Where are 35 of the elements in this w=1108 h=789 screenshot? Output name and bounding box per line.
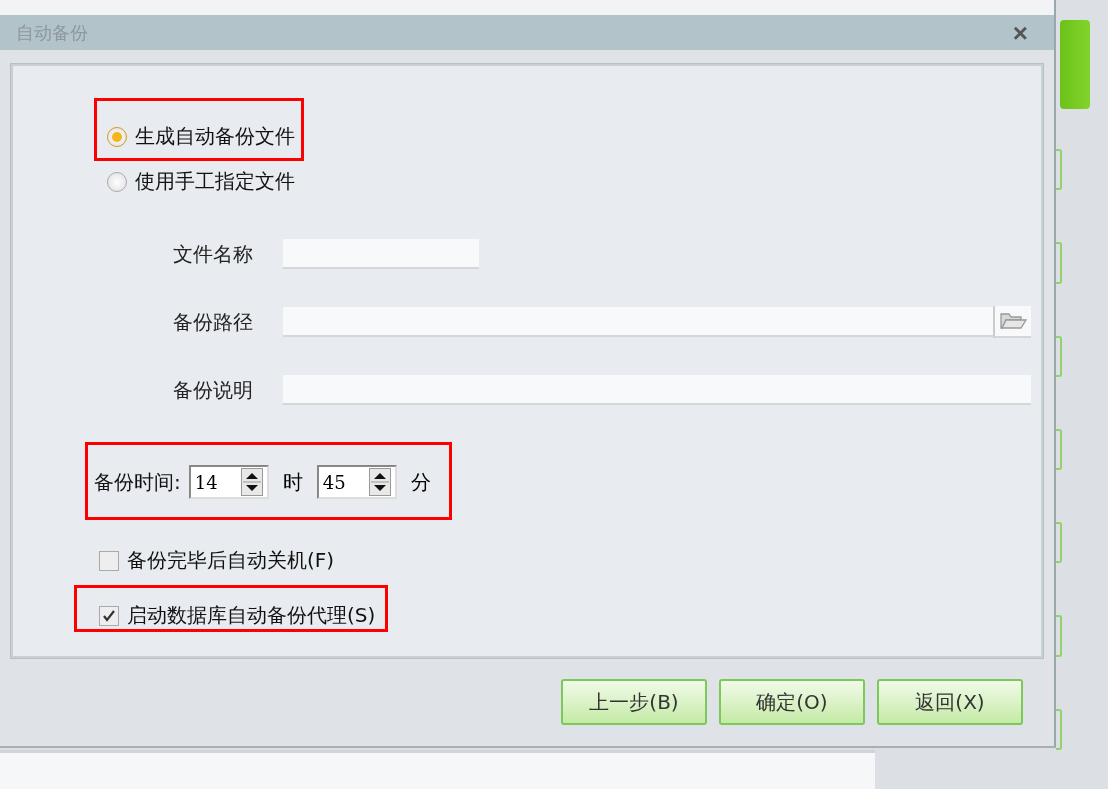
checkbox-option[interactable]: 启动数据库自动备份代理(S) (99, 602, 376, 629)
radio-option[interactable]: 生成自动备份文件 (107, 123, 295, 150)
dialog-button[interactable]: 返回(X) (877, 679, 1023, 725)
tab-edge (1056, 335, 1062, 377)
tab-edge (1056, 522, 1062, 564)
minute-unit: 分 (410, 468, 431, 496)
input-field[interactable] (283, 239, 479, 269)
tab-edge (1056, 615, 1062, 657)
field-label: 备份说明 (173, 376, 254, 404)
folder-icon (998, 311, 1028, 331)
checkbox[interactable] (99, 550, 119, 571)
minute-spinner[interactable]: 45 (316, 465, 397, 499)
checkbox[interactable] (99, 605, 119, 626)
radio-button[interactable] (107, 126, 127, 147)
time-label: 备份时间: (94, 468, 181, 496)
tab-edge (1056, 149, 1062, 191)
tab-edge (1056, 428, 1062, 471)
tab-edge (1056, 708, 1062, 750)
hour-unit: 时 (282, 468, 303, 496)
hour-spinner[interactable]: 14 (188, 465, 269, 499)
input-field[interactable] (283, 307, 993, 337)
input-field[interactable] (283, 375, 1031, 405)
spin-arrows-icon (240, 468, 263, 496)
spin-arrows-icon (368, 468, 391, 496)
side-tab[interactable] (1060, 20, 1090, 110)
radio-option[interactable]: 使用手工指定文件 (107, 168, 295, 195)
close-button[interactable]: × (1008, 19, 1032, 46)
tab-edge (1056, 242, 1062, 284)
field-label: 文件名称 (173, 240, 254, 268)
dialog-button[interactable]: 确定(O) (719, 679, 865, 725)
field-label: 备份路径 (173, 308, 254, 336)
dialog-button[interactable]: 上一步(B) (561, 679, 707, 725)
folder-button[interactable] (993, 306, 1031, 338)
checkbox-option[interactable]: 备份完毕后自动关机(F) (99, 547, 335, 574)
radio-button[interactable] (107, 171, 127, 192)
